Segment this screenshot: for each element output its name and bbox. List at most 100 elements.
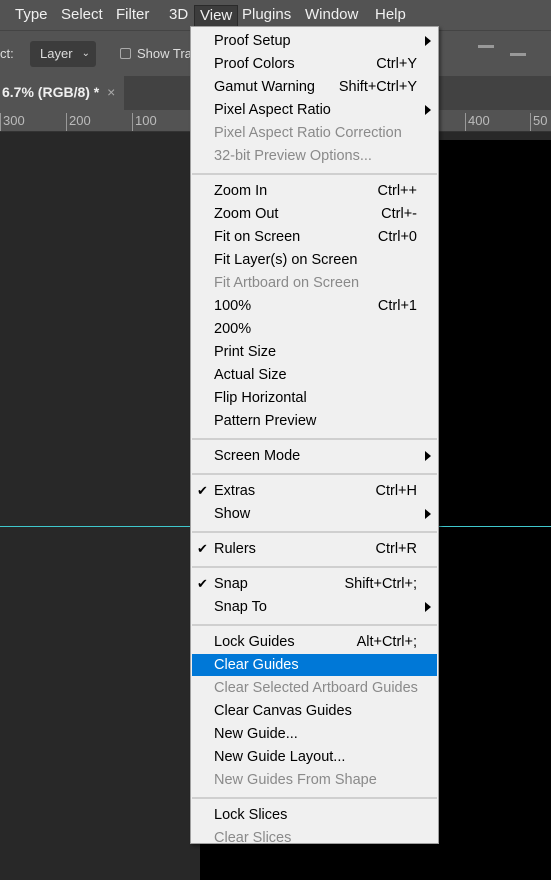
menu-item-show[interactable]: Show: [192, 503, 437, 525]
ruler-label: 200: [66, 113, 91, 131]
checkmark-icon: ✔: [197, 541, 208, 556]
menu-item-label: Clear Slices: [214, 830, 292, 846]
menu-item-label: Fit Artboard on Screen: [214, 275, 360, 291]
menu-item-label: Rulers: [214, 541, 256, 557]
menu-item-label: Extras: [214, 483, 256, 499]
menu-item-shortcut: Shift+Ctrl+Y: [338, 79, 417, 95]
menu-item-label: Pattern Preview: [214, 413, 317, 429]
menu-item-shortcut: Alt+Ctrl+;: [356, 634, 417, 650]
menu-item-zoom-in[interactable]: Zoom In Ctrl++: [192, 180, 437, 202]
menu-item-label: Zoom In: [214, 183, 268, 199]
menu-item-label: Lock Guides: [214, 634, 295, 650]
menu-item-label: 200%: [214, 321, 252, 337]
menu-help[interactable]: Help: [370, 5, 411, 27]
menu-item-label: Snap: [214, 576, 248, 592]
menu-item-label: Fit Layer(s) on Screen: [214, 252, 358, 268]
menu-separator: [192, 797, 437, 799]
menu-item-fit-layer-s-on-screen[interactable]: Fit Layer(s) on Screen: [192, 249, 437, 271]
menu-item-clear-guides[interactable]: Clear Guides: [192, 654, 437, 676]
menu-item-actual-size[interactable]: Actual Size: [192, 364, 437, 386]
checkmark-icon: ✔: [197, 483, 208, 498]
document-tab[interactable]: 6.7% (RGB/8) * ×: [0, 76, 124, 110]
menu-item-lock-guides[interactable]: Lock Guides Alt+Ctrl+;: [192, 631, 437, 653]
menu-item-rulers[interactable]: ✔ Rulers Ctrl+R: [192, 538, 437, 560]
submenu-arrow-icon: [425, 602, 431, 612]
menu-item-pixel-aspect-ratio-correction[interactable]: Pixel Aspect Ratio Correction: [192, 122, 437, 144]
checkmark-icon: ✔: [197, 576, 208, 591]
menu-view[interactable]: View: [194, 5, 239, 27]
menu-item-label: Pixel Aspect Ratio: [214, 102, 331, 118]
menu-item-clear-canvas-guides[interactable]: Clear Canvas Guides: [192, 700, 437, 722]
menu-item-shortcut: Ctrl+-: [381, 206, 417, 222]
menu-item-200[interactable]: 200%: [192, 318, 437, 340]
menu-item-label: Print Size: [214, 344, 277, 360]
ruler-label: 300: [0, 113, 25, 131]
menu-item-screen-mode[interactable]: Screen Mode: [192, 445, 437, 467]
menu-item-label: Actual Size: [214, 367, 287, 383]
menu-item-shortcut: Ctrl+1: [377, 298, 417, 314]
menu-item-extras[interactable]: ✔ Extras Ctrl+H: [192, 480, 437, 502]
menu-separator: [192, 173, 437, 175]
menu-item-pattern-preview[interactable]: Pattern Preview: [192, 410, 437, 432]
menu-item-label: 32-bit Preview Options...: [214, 148, 372, 164]
menu-item-label: Show: [214, 506, 251, 522]
menu-item-zoom-out[interactable]: Zoom Out Ctrl+-: [192, 203, 437, 225]
menu-item-label: Lock Slices: [214, 807, 288, 823]
menu-item-clear-selected-artboard-guides[interactable]: Clear Selected Artboard Guides: [192, 677, 437, 699]
menu-item-clear-slices[interactable]: Clear Slices: [192, 827, 437, 849]
layer-select[interactable]: Layer ⌄: [30, 41, 96, 67]
chevron-down-icon: ⌄: [81, 48, 90, 59]
menu-select[interactable]: Select: [56, 5, 108, 27]
align-top-icon[interactable]: [478, 45, 494, 61]
menu-item-shortcut: Ctrl+R: [375, 541, 418, 557]
menu-separator: [192, 624, 437, 626]
menu-item-snap[interactable]: ✔ Snap Shift+Ctrl+;: [192, 573, 437, 595]
show-transform-checkbox[interactable]: Show Tra: [120, 46, 192, 61]
menu-separator: [192, 531, 437, 533]
menu-separator: [192, 566, 437, 568]
tab-title: 6.7% (RGB/8) *: [2, 84, 100, 100]
menu-item-label: Clear Guides: [214, 657, 299, 673]
menu-item-100[interactable]: 100% Ctrl+1: [192, 295, 437, 317]
menu-item-shortcut: Shift+Ctrl+;: [344, 576, 417, 592]
submenu-arrow-icon: [425, 451, 431, 461]
menu-item-label: Zoom Out: [214, 206, 279, 222]
menu-item-pixel-aspect-ratio[interactable]: Pixel Aspect Ratio: [192, 99, 437, 121]
menu-filter[interactable]: Filter: [111, 5, 154, 27]
checkbox-icon: [120, 48, 131, 59]
menu-item-label: Snap To: [214, 599, 267, 615]
align-middle-icon[interactable]: [510, 53, 526, 56]
menu-window[interactable]: Window: [300, 5, 363, 27]
ruler-label: 50: [530, 113, 547, 131]
menu-item-label: Proof Colors: [214, 56, 295, 72]
menu-separator: [192, 438, 437, 440]
menu-plugins[interactable]: Plugins: [237, 5, 296, 27]
menu-item-new-guide-layout[interactable]: New Guide Layout...: [192, 746, 437, 768]
submenu-arrow-icon: [425, 105, 431, 115]
menu-item-label: New Guide...: [214, 726, 298, 742]
view-menu-dropdown: Proof Setup Proof Colors Ctrl+Y Gamut Warni…: [190, 26, 439, 846]
menu-item-new-guides-from-shape[interactable]: New Guides From Shape: [192, 769, 437, 791]
menu-type[interactable]: Type: [10, 5, 53, 27]
menu-item-label: Screen Mode: [214, 448, 301, 464]
menu-item-lock-slices[interactable]: Lock Slices: [192, 804, 437, 826]
menu-item-shortcut: Ctrl++: [377, 183, 418, 199]
submenu-arrow-icon: [425, 36, 431, 46]
close-icon[interactable]: ×: [107, 84, 115, 100]
menu-item-shortcut: Ctrl+H: [375, 483, 418, 499]
menu-item-fit-on-screen[interactable]: Fit on Screen Ctrl+0: [192, 226, 437, 248]
menu-3d[interactable]: 3D: [164, 5, 193, 27]
menu-item-proof-colors[interactable]: Proof Colors Ctrl+Y: [192, 53, 437, 75]
menu-item-32-bit-preview-options[interactable]: 32-bit Preview Options...: [192, 145, 437, 167]
layer-select-value: Layer: [40, 46, 73, 61]
menu-item-snap-to[interactable]: Snap To: [192, 596, 437, 618]
menu-item-flip-horizontal[interactable]: Flip Horizontal: [192, 387, 437, 409]
menu-item-gamut-warning[interactable]: Gamut Warning Shift+Ctrl+Y: [192, 76, 437, 98]
menu-item-label: 100%: [214, 298, 252, 314]
menu-item-proof-setup[interactable]: Proof Setup: [192, 30, 437, 52]
menu-item-fit-artboard-on-screen[interactable]: Fit Artboard on Screen: [192, 272, 437, 294]
menu-item-new-guide[interactable]: New Guide...: [192, 723, 437, 745]
menu-item-shortcut: Ctrl+Y: [376, 56, 417, 72]
menu-item-print-size[interactable]: Print Size: [192, 341, 437, 363]
menu-item-label: New Guides From Shape: [214, 772, 377, 788]
